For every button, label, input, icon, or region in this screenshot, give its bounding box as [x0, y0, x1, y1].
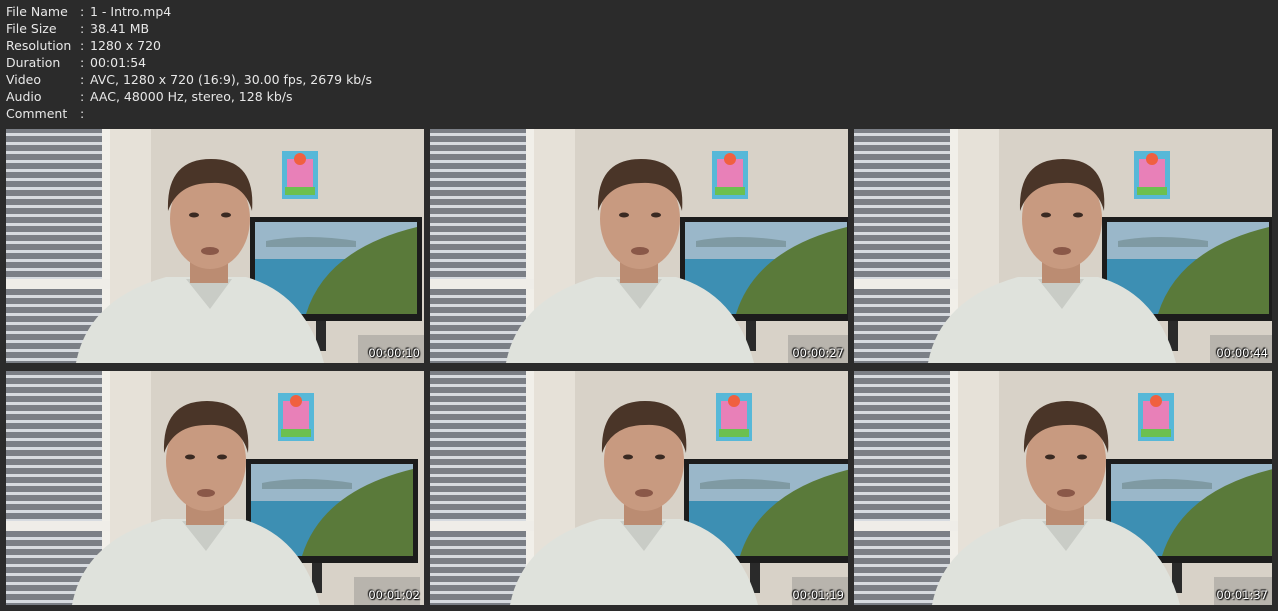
file-info-row: Audio : AAC, 48000 Hz, stereo, 128 kb/s — [6, 88, 372, 105]
video-thumbnail[interactable]: 00:01:19 — [430, 371, 848, 605]
file-info-key: Resolution — [6, 38, 72, 53]
file-info-key: Audio — [6, 89, 42, 104]
wall-poster — [1134, 151, 1170, 199]
video-frame-illustration — [430, 129, 848, 363]
window-sill — [6, 521, 110, 531]
file-info-key: File Name — [6, 4, 68, 19]
file-info-row: Video : AVC, 1280 x 720 (16:9), 30.00 fp… — [6, 71, 372, 88]
file-info-value: 1 - Intro.mp4 — [90, 4, 172, 19]
file-info-key: File Size — [6, 21, 57, 36]
video-frame-illustration — [854, 129, 1272, 363]
file-info-row: File Size : 38.41 MB — [6, 20, 372, 37]
window-blinds — [430, 371, 526, 605]
file-info-value: 1280 x 720 — [90, 38, 162, 53]
video-frame-illustration — [6, 371, 424, 605]
window-sill — [854, 279, 958, 289]
thumbnail-timestamp: 00:00:44 — [1216, 346, 1268, 360]
video-thumbnail[interactable]: 00:01:37 — [854, 371, 1272, 605]
file-info-row: Resolution : 1280 x 720 — [6, 37, 372, 54]
file-info-separator: : — [80, 106, 85, 121]
file-info-separator: : — [80, 4, 85, 19]
window-blinds — [854, 129, 950, 363]
window-sill — [430, 279, 534, 289]
file-info-separator: : — [80, 55, 85, 70]
window-sill — [6, 279, 110, 289]
file-info-value: 38.41 MB — [90, 21, 150, 36]
file-info-value: 00:01:54 — [90, 55, 147, 70]
video-thumbnail[interactable]: 00:01:02 — [6, 371, 424, 605]
file-info-row: File Name : 1 - Intro.mp4 — [6, 3, 372, 20]
file-info-key: Comment — [6, 106, 68, 121]
file-info-panel: File Name : 1 - Intro.mp4 File Size : 38… — [6, 3, 372, 122]
thumbnail-timestamp: 00:01:19 — [792, 588, 844, 602]
wall-poster — [1138, 393, 1174, 441]
video-frame-illustration — [430, 371, 848, 605]
video-frame-illustration — [854, 371, 1272, 605]
file-info-separator: : — [80, 72, 85, 87]
wall-poster — [712, 151, 748, 199]
wall-poster — [282, 151, 318, 199]
video-thumbnail[interactable]: 00:00:10 — [6, 129, 424, 363]
file-info-separator: : — [80, 89, 85, 104]
file-info-row: Comment : — [6, 105, 372, 122]
video-thumbnail[interactable]: 00:00:27 — [430, 129, 848, 363]
window-blinds — [6, 129, 102, 363]
thumbnail-timestamp: 00:00:27 — [792, 346, 844, 360]
file-info-value: AVC, 1280 x 720 (16:9), 30.00 fps, 2679 … — [90, 72, 372, 87]
window-sill — [430, 521, 534, 531]
video-frame-illustration — [6, 129, 424, 363]
file-info-key: Video — [6, 72, 42, 87]
wall-poster — [278, 393, 314, 441]
window-sill — [854, 521, 958, 531]
video-thumbnail[interactable]: 00:00:44 — [854, 129, 1272, 363]
file-info-key: Duration — [6, 55, 61, 70]
thumbnail-timestamp: 00:00:10 — [368, 346, 420, 360]
file-info-separator: : — [80, 38, 85, 53]
file-info-separator: : — [80, 21, 85, 36]
thumbnail-timestamp: 00:01:37 — [1216, 588, 1268, 602]
window-blinds — [430, 129, 526, 363]
file-info-row: Duration : 00:01:54 — [6, 54, 372, 71]
window-blinds — [854, 371, 950, 605]
thumbnail-timestamp: 00:01:02 — [368, 588, 420, 602]
file-info-value: AAC, 48000 Hz, stereo, 128 kb/s — [90, 89, 293, 104]
thumbnail-grid: 00:00:10 00:00:27 00:00:44 00:01:02 00:0… — [6, 129, 1272, 605]
wall-poster — [716, 393, 752, 441]
